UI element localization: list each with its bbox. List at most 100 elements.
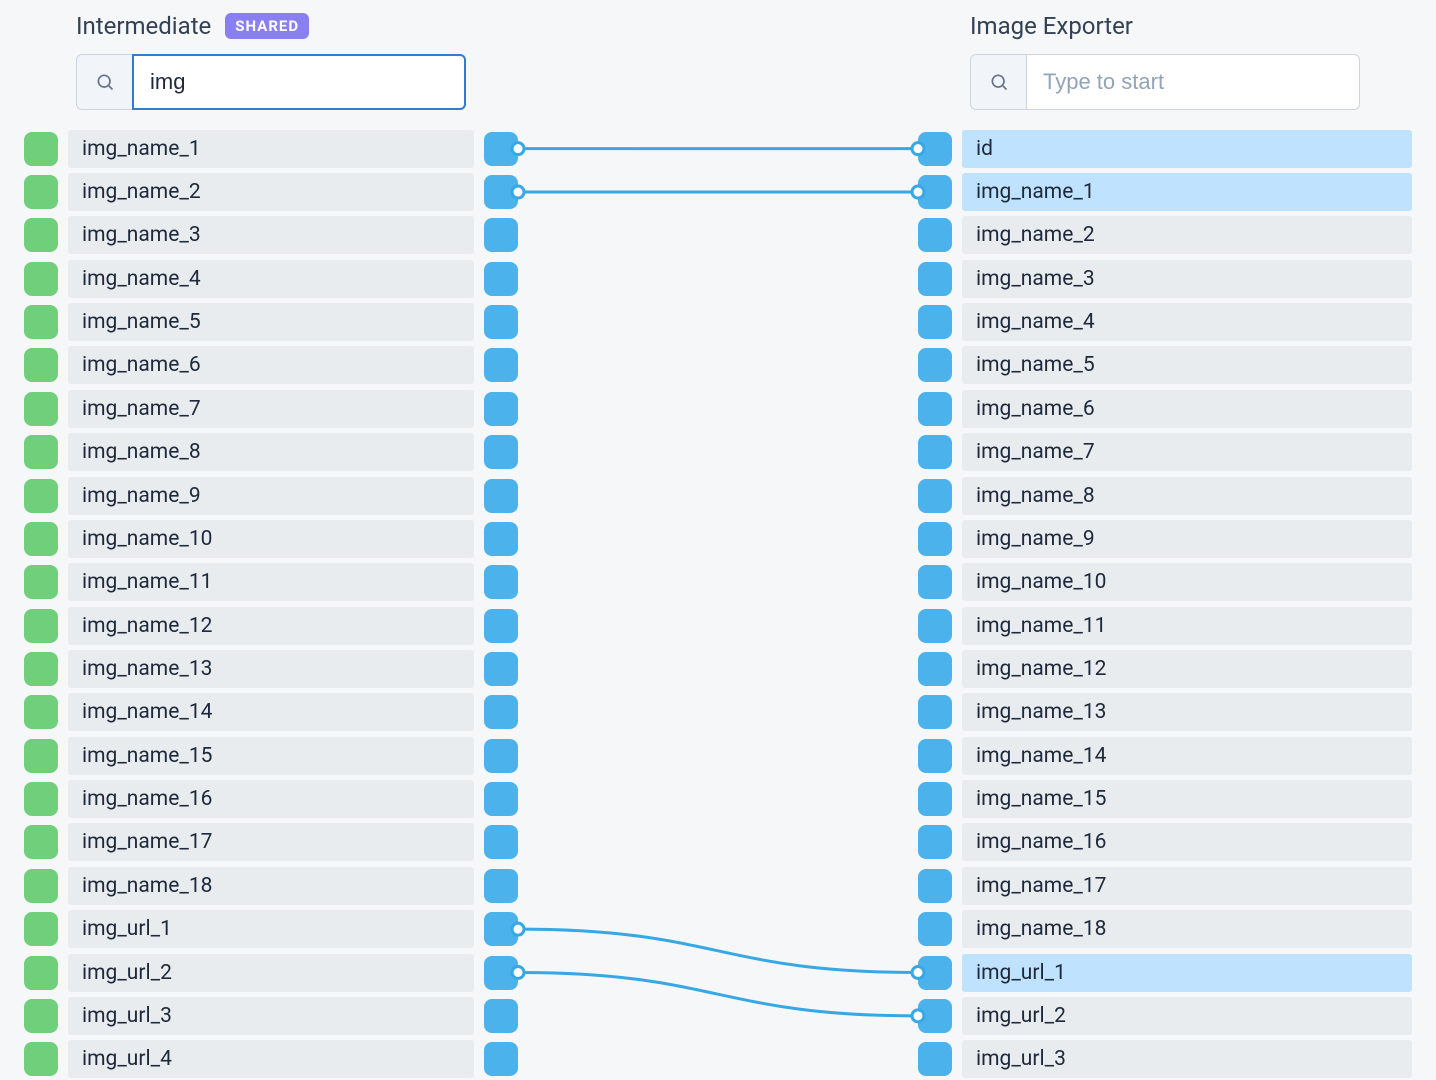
input-port-icon[interactable] <box>918 218 952 252</box>
output-port-icon[interactable] <box>484 782 518 816</box>
input-port-icon[interactable] <box>918 262 952 296</box>
left-field-row[interactable]: img_name_3 <box>24 215 518 256</box>
output-port-icon[interactable] <box>484 262 518 296</box>
right-field-row[interactable]: img_name_13 <box>918 692 1412 733</box>
output-port-icon[interactable] <box>484 479 518 513</box>
right-field-row[interactable]: id <box>918 128 1412 169</box>
output-port-icon[interactable] <box>484 999 518 1033</box>
input-port-icon[interactable] <box>918 522 952 556</box>
left-field-row[interactable]: img_name_12 <box>24 605 518 646</box>
input-port-icon[interactable] <box>24 869 58 903</box>
right-field-row[interactable]: img_name_6 <box>918 388 1412 429</box>
left-field-row[interactable]: img_name_2 <box>24 171 518 212</box>
left-field-row[interactable]: img_name_7 <box>24 388 518 429</box>
input-port-icon[interactable] <box>918 739 952 773</box>
right-field-row[interactable]: img_name_2 <box>918 215 1412 256</box>
right-field-row[interactable]: img_name_8 <box>918 475 1412 516</box>
left-field-row[interactable]: img_url_2 <box>24 952 518 993</box>
left-field-row[interactable]: img_url_3 <box>24 995 518 1036</box>
output-port-icon[interactable] <box>484 1042 518 1076</box>
output-port-icon[interactable] <box>484 652 518 686</box>
input-port-icon[interactable] <box>918 305 952 339</box>
right-field-row[interactable]: img_name_9 <box>918 518 1412 559</box>
input-port-icon[interactable] <box>918 348 952 382</box>
input-port-icon[interactable] <box>24 609 58 643</box>
output-port-icon[interactable] <box>484 869 518 903</box>
left-field-row[interactable]: img_name_10 <box>24 518 518 559</box>
input-port-icon[interactable] <box>918 479 952 513</box>
output-port-icon[interactable] <box>484 348 518 382</box>
input-port-icon[interactable] <box>918 1042 952 1076</box>
input-port-icon[interactable] <box>918 695 952 729</box>
left-field-row[interactable]: img_name_1 <box>24 128 518 169</box>
input-port-icon[interactable] <box>918 609 952 643</box>
input-port-icon[interactable] <box>24 739 58 773</box>
input-port-icon[interactable] <box>918 869 952 903</box>
input-port-icon[interactable] <box>24 565 58 599</box>
output-port-icon[interactable] <box>484 565 518 599</box>
output-port-icon[interactable] <box>484 218 518 252</box>
right-field-row[interactable]: img_name_14 <box>918 735 1412 776</box>
output-port-icon[interactable] <box>484 739 518 773</box>
input-port-icon[interactable] <box>24 479 58 513</box>
input-port-icon[interactable] <box>24 305 58 339</box>
right-field-row[interactable]: img_name_17 <box>918 865 1412 906</box>
left-field-row[interactable]: img_name_6 <box>24 345 518 386</box>
input-port-icon[interactable] <box>24 262 58 296</box>
input-port-icon[interactable] <box>918 392 952 426</box>
left-field-row[interactable]: img_name_15 <box>24 735 518 776</box>
right-field-row[interactable]: img_name_10 <box>918 562 1412 603</box>
input-port-icon[interactable] <box>24 1042 58 1076</box>
input-port-icon[interactable] <box>918 435 952 469</box>
input-port-icon[interactable] <box>918 999 952 1033</box>
right-field-row[interactable]: img_name_16 <box>918 822 1412 863</box>
right-field-row[interactable]: img_name_18 <box>918 908 1412 949</box>
output-port-icon[interactable] <box>484 435 518 469</box>
left-field-row[interactable]: img_name_9 <box>24 475 518 516</box>
left-field-row[interactable]: img_name_11 <box>24 562 518 603</box>
left-field-row[interactable]: img_name_18 <box>24 865 518 906</box>
input-port-icon[interactable] <box>24 175 58 209</box>
input-port-icon[interactable] <box>918 565 952 599</box>
right-field-row[interactable]: img_url_2 <box>918 995 1412 1036</box>
input-port-icon[interactable] <box>24 695 58 729</box>
right-field-row[interactable]: img_name_12 <box>918 648 1412 689</box>
output-port-icon[interactable] <box>484 695 518 729</box>
output-port-icon[interactable] <box>484 825 518 859</box>
input-port-icon[interactable] <box>918 825 952 859</box>
right-field-row[interactable]: img_name_1 <box>918 171 1412 212</box>
input-port-icon[interactable] <box>918 956 952 990</box>
input-port-icon[interactable] <box>24 652 58 686</box>
target-search-input[interactable] <box>1026 54 1360 110</box>
input-port-icon[interactable] <box>24 956 58 990</box>
input-port-icon[interactable] <box>24 348 58 382</box>
left-field-row[interactable]: img_name_4 <box>24 258 518 299</box>
input-port-icon[interactable] <box>918 175 952 209</box>
output-port-icon[interactable] <box>484 305 518 339</box>
input-port-icon[interactable] <box>918 912 952 946</box>
right-field-row[interactable]: img_name_5 <box>918 345 1412 386</box>
input-port-icon[interactable] <box>24 782 58 816</box>
output-port-icon[interactable] <box>484 956 518 990</box>
output-port-icon[interactable] <box>484 392 518 426</box>
left-field-row[interactable]: img_name_17 <box>24 822 518 863</box>
right-field-row[interactable]: img_url_1 <box>918 952 1412 993</box>
right-field-row[interactable]: img_url_3 <box>918 1039 1412 1080</box>
right-field-row[interactable]: img_name_7 <box>918 432 1412 473</box>
input-port-icon[interactable] <box>918 652 952 686</box>
output-port-icon[interactable] <box>484 175 518 209</box>
input-port-icon[interactable] <box>24 522 58 556</box>
right-field-row[interactable]: img_name_15 <box>918 778 1412 819</box>
output-port-icon[interactable] <box>484 522 518 556</box>
input-port-icon[interactable] <box>24 132 58 166</box>
output-port-icon[interactable] <box>484 609 518 643</box>
search-icon[interactable] <box>76 54 132 110</box>
input-port-icon[interactable] <box>24 435 58 469</box>
search-icon[interactable] <box>970 54 1026 110</box>
input-port-icon[interactable] <box>24 912 58 946</box>
input-port-icon[interactable] <box>24 218 58 252</box>
input-port-icon[interactable] <box>24 825 58 859</box>
output-port-icon[interactable] <box>484 912 518 946</box>
right-field-row[interactable]: img_name_11 <box>918 605 1412 646</box>
input-port-icon[interactable] <box>918 132 952 166</box>
